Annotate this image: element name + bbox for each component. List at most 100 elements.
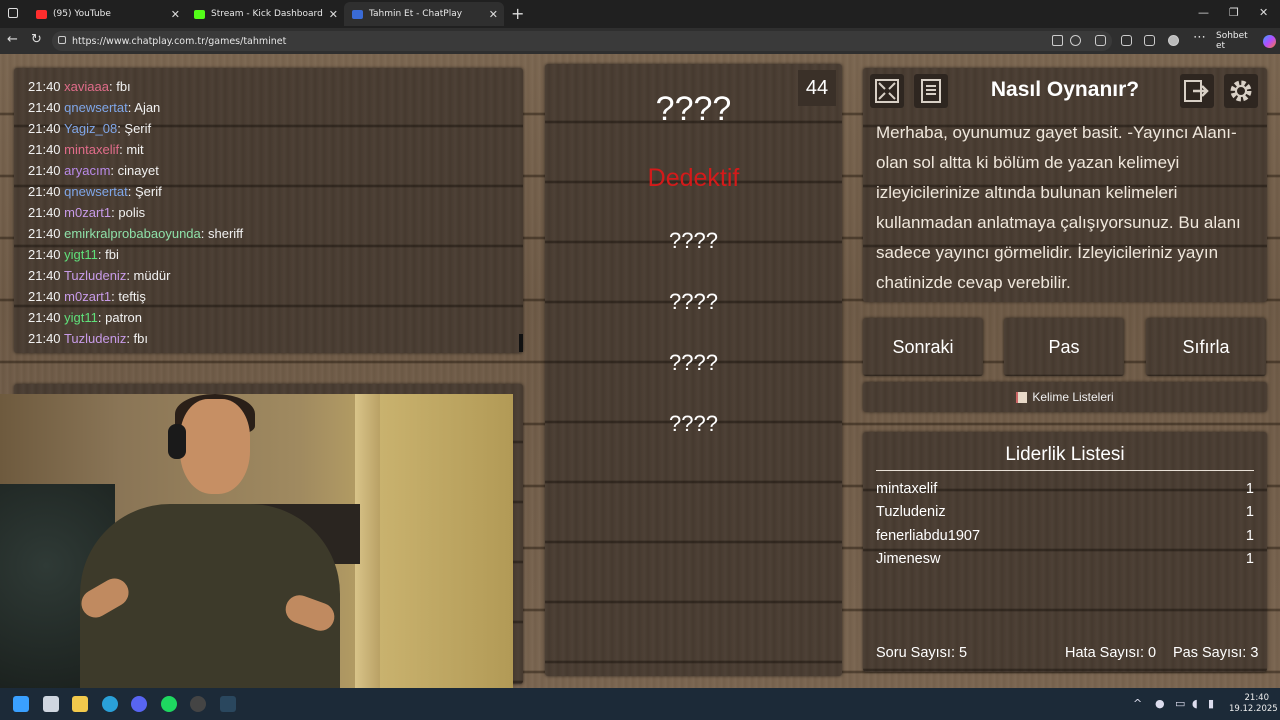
tab-label: Tahmin Et - ChatPlay	[369, 9, 463, 19]
close-tab-icon[interactable]: ✕	[329, 8, 338, 21]
message-time: 21:40	[28, 79, 61, 94]
tab-actions-icon[interactable]	[8, 8, 18, 18]
notes-icon[interactable]	[914, 74, 948, 108]
message-time: 21:40	[28, 268, 61, 283]
microphone-icon[interactable]: ●	[1155, 697, 1165, 710]
battery-icon[interactable]: ▮	[1208, 697, 1214, 710]
message-username[interactable]: aryacım	[64, 163, 110, 178]
site-info-icon[interactable]	[58, 36, 66, 44]
message-text: : cinayet	[110, 163, 159, 178]
message-username[interactable]: mintaxelif	[64, 142, 119, 157]
message-username[interactable]: emirkralprobabaoyunda	[64, 226, 201, 241]
how-to-play-panel: Nasıl Oynanır? Merhaba, oyunumuz gayet b…	[863, 68, 1267, 302]
chat-scrollbar[interactable]	[519, 334, 523, 352]
message-username[interactable]: Tuzludeniz	[64, 331, 126, 346]
chat-message-list: 21:40 xaviaaa: fbı 21:40 qnewsertat: Ajan…	[28, 76, 243, 349]
url-field[interactable]: https://www.chatplay.com.tr/games/tahmin…	[52, 31, 1112, 51]
message-text: : sheriff	[200, 226, 244, 241]
message-text: : teftiş	[111, 289, 146, 304]
more-menu-icon[interactable]: ⋯	[1193, 30, 1206, 45]
restore-icon[interactable]: ❐	[1229, 6, 1239, 19]
tab-youtube[interactable]: (95) YouTube ✕	[28, 2, 186, 26]
message-time: 21:40	[28, 163, 61, 178]
word-panel: ???? Dedektif ???? ???? ???? ????	[545, 64, 842, 676]
message-username[interactable]: m0zart1	[64, 205, 111, 220]
error-count: Hata Sayısı: 0	[1065, 645, 1157, 661]
player-name: Tuzludeniz	[876, 504, 946, 520]
network-icon[interactable]: ▭	[1175, 697, 1185, 710]
steam-icon[interactable]	[220, 696, 236, 712]
message-username[interactable]: qnewsertat	[64, 184, 128, 199]
message-text: : fbı	[108, 79, 131, 94]
player-score: 1	[1245, 551, 1254, 567]
pass-button[interactable]: Pas	[1004, 318, 1124, 376]
system-clock[interactable]: 21:40 19.12.2025	[1229, 693, 1278, 715]
forbidden-word: ????	[669, 350, 718, 375]
close-window-icon[interactable]: ✕	[1259, 6, 1268, 19]
settings-gear-icon[interactable]	[1224, 74, 1258, 108]
tab-kick[interactable]: Stream - Kick Dashboard ✕	[186, 2, 344, 26]
target-word: Dedektif	[647, 164, 740, 192]
player-name: fenerliabdu1907	[876, 528, 981, 544]
extensions-icon[interactable]	[1095, 35, 1106, 46]
message-username[interactable]: yigt11	[64, 310, 98, 325]
start-icon[interactable]	[13, 696, 29, 712]
webcam-wall	[380, 394, 513, 688]
back-icon[interactable]: ←	[7, 32, 18, 47]
player-name: Jimenesw	[876, 551, 941, 567]
message-username[interactable]: xaviaaa	[64, 79, 109, 94]
spotify-icon[interactable]	[161, 696, 177, 712]
chat-panel: 21:40 xaviaaa: fbı 21:40 qnewsertat: Ajan…	[14, 68, 523, 353]
chat-message: 21:40 qnewsertat: Şerif	[28, 181, 243, 202]
message-time: 21:40	[28, 142, 61, 157]
address-toolbar: ← ↻ https://www.chatplay.com.tr/games/ta…	[0, 28, 1280, 54]
chat-message: 21:40 Tuzludeniz: müdür	[28, 265, 243, 286]
file-explorer-icon[interactable]	[72, 696, 88, 712]
message-time: 21:40	[28, 331, 61, 346]
countdown-timer: 44	[798, 70, 836, 106]
clock-time: 21:40	[1244, 693, 1270, 703]
message-username[interactable]: m0zart1	[64, 289, 111, 304]
leaderboard-row: mintaxelif 1	[876, 481, 1254, 497]
word-lists-button[interactable]: Kelime Listeleri	[863, 382, 1267, 412]
minimize-icon[interactable]: —	[1198, 6, 1209, 19]
message-text: : patron	[97, 310, 142, 325]
favorites-icon[interactable]	[1144, 35, 1155, 46]
volume-icon[interactable]: ◖	[1192, 697, 1198, 710]
close-tab-icon[interactable]: ✕	[171, 8, 180, 21]
message-username[interactable]: qnewsertat	[64, 100, 128, 115]
url-text: https://www.chatplay.com.tr/games/tahmin…	[72, 35, 287, 47]
tab-label: (95) YouTube	[53, 9, 111, 19]
chat-message: 21:40 Tuzludeniz: fbı	[28, 328, 243, 349]
leaderboard-row: fenerliabdu1907 1	[876, 528, 1254, 544]
read-aloud-icon[interactable]	[1052, 35, 1063, 46]
chat-message: 21:40 xaviaaa: fbı	[28, 76, 243, 97]
refresh-icon[interactable]: ↻	[31, 32, 42, 47]
chatplay-icon	[352, 9, 363, 19]
close-tab-icon[interactable]: ✕	[489, 8, 498, 21]
copilot-chat-button[interactable]: Sohbet et	[1212, 31, 1280, 51]
reset-button[interactable]: Sıfırla	[1146, 318, 1266, 376]
edge-icon[interactable]	[102, 696, 118, 712]
question-count: Soru Sayısı: 5	[876, 645, 968, 661]
game-page: 21:40 xaviaaa: fbı 21:40 qnewsertat: Ajan…	[0, 54, 1280, 688]
profile-icon[interactable]	[1168, 35, 1179, 46]
message-username[interactable]: Tuzludeniz	[64, 268, 126, 283]
forbidden-word: ????	[669, 411, 718, 436]
tab-chatplay[interactable]: Tahmin Et - ChatPlay ✕	[344, 2, 504, 26]
discord-icon[interactable]	[131, 696, 147, 712]
message-username[interactable]: Yagiz_08	[64, 121, 117, 136]
tray-overflow-icon[interactable]: ^	[1133, 697, 1142, 710]
obs-icon[interactable]	[190, 696, 206, 712]
webcam-headset	[168, 424, 186, 459]
store-icon[interactable]	[43, 696, 59, 712]
favorite-star-icon[interactable]	[1070, 35, 1081, 46]
next-button[interactable]: Sonraki	[863, 318, 983, 376]
forbidden-word: ????	[669, 289, 718, 314]
chat-message: 21:40 qnewsertat: Ajan	[28, 97, 243, 118]
browser-essentials-icon[interactable]	[1121, 35, 1132, 46]
new-tab-icon[interactable]: +	[511, 4, 524, 23]
exit-icon[interactable]	[1180, 74, 1214, 108]
message-username[interactable]: yigt11	[64, 247, 98, 262]
fullscreen-icon[interactable]	[870, 74, 904, 108]
